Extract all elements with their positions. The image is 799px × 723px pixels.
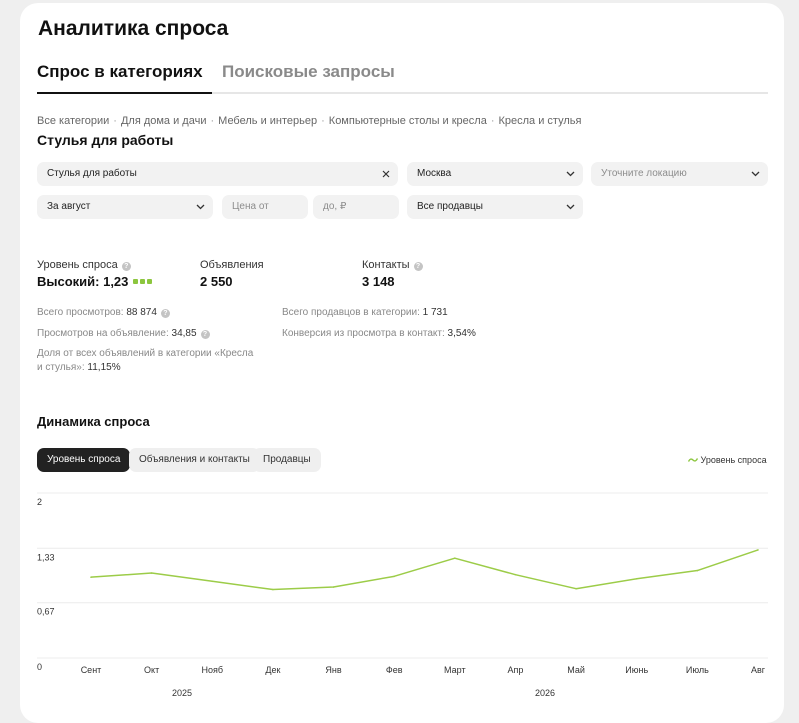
- chip-ads-contacts[interactable]: Объявления и контакты: [129, 448, 260, 472]
- breadcrumb-item-all[interactable]: Все категории: [37, 115, 109, 127]
- breadcrumb-item-home[interactable]: Для дома и дачи: [121, 115, 207, 127]
- breadcrumb: Все категории · Для дома и дачи · Мебель и и…: [37, 115, 582, 127]
- tab-search-queries[interactable]: Поисковые запросы: [222, 62, 395, 82]
- demand-level-label: Уровень спроса?: [37, 259, 131, 271]
- legend-series-name: Уровень спроса: [700, 455, 767, 465]
- demand-level-value: Высокий: 1,23: [37, 274, 153, 289]
- help-icon[interactable]: ?: [200, 330, 210, 339]
- location-select[interactable]: Уточните локацию: [591, 162, 768, 186]
- chart-legend: Уровень спроса: [687, 455, 767, 465]
- conversion-stat: Конверсия из просмотра в контакт: 3,54%: [282, 328, 476, 339]
- total-views-stat: Всего просмотров: 88 874?: [37, 307, 170, 318]
- category-share-stat: Доля от всех объявлений в категории «Кре…: [37, 348, 254, 373]
- city-select[interactable]: Москва: [407, 162, 583, 186]
- chip-demand-level[interactable]: Уровень спроса: [37, 448, 131, 472]
- close-icon[interactable]: [382, 162, 390, 186]
- ads-label: Объявления: [200, 259, 264, 271]
- chevron-down-icon: [566, 195, 575, 219]
- help-icon[interactable]: ?: [121, 262, 131, 271]
- breadcrumb-item-armchairs[interactable]: Кресла и стулья: [499, 115, 582, 127]
- breadcrumb-item-furniture[interactable]: Мебель и интерьер: [218, 115, 317, 127]
- tab-category-demand[interactable]: Спрос в категориях: [37, 62, 203, 82]
- sellers-select[interactable]: Все продавцы: [407, 195, 583, 219]
- chevron-down-icon: [566, 162, 575, 186]
- breadcrumb-item-desks-chairs[interactable]: Компьютерные столы и кресла: [329, 115, 487, 127]
- contacts-label: Контакты?: [362, 259, 423, 271]
- active-tab-indicator: [37, 92, 212, 94]
- category-select[interactable]: Стулья для работы: [37, 162, 398, 186]
- period-select[interactable]: За август: [37, 195, 213, 219]
- help-icon[interactable]: ?: [413, 262, 423, 271]
- chip-sellers[interactable]: Продавцы: [253, 448, 321, 472]
- legend-line-icon: [687, 458, 699, 462]
- price-from-input[interactable]: Цена от: [222, 195, 308, 219]
- level-indicator: [133, 279, 153, 284]
- price-to-input[interactable]: до, ₽: [313, 195, 399, 219]
- category-title: Стулья для работы: [37, 132, 174, 148]
- chevron-down-icon: [196, 195, 205, 219]
- views-per-ad-stat: Просмотров на объявление: 34,85?: [37, 328, 210, 339]
- page-title: Аналитика спроса: [38, 17, 229, 40]
- contacts-value: 3 148: [362, 274, 395, 289]
- chevron-down-icon: [751, 162, 760, 186]
- tabs-bar: Спрос в категориях Поисковые запросы: [37, 62, 768, 94]
- help-icon[interactable]: ?: [160, 309, 170, 318]
- dynamics-title: Динамика спроса: [37, 414, 150, 429]
- ads-value: 2 550: [200, 274, 233, 289]
- total-sellers-stat: Всего продавцов в категории: 1 731: [282, 307, 448, 318]
